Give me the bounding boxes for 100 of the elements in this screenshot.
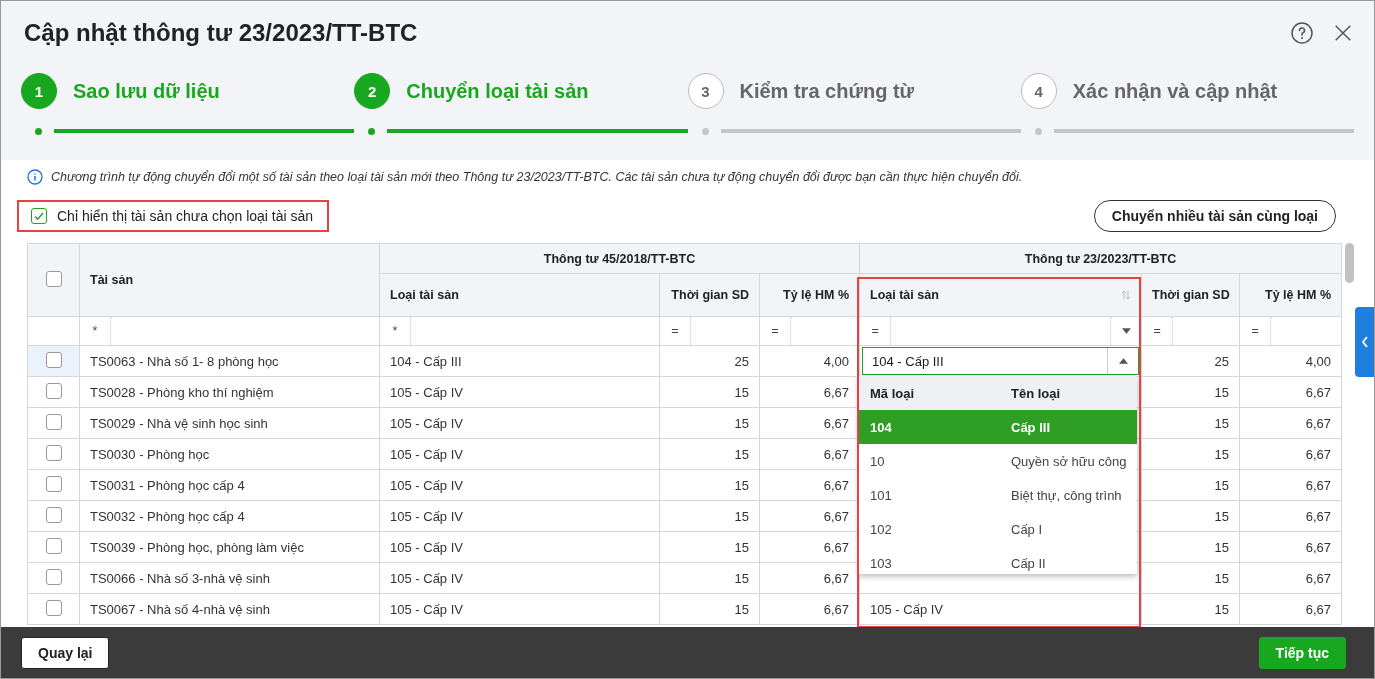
list-option[interactable]: 101 Biệt thự, công trình: [859, 478, 1137, 512]
table-cell: 15: [1141, 438, 1240, 470]
table-cell: TS0031 - Phòng học cấp 4: [79, 469, 380, 501]
table-cell: 6,67: [1239, 562, 1342, 594]
step-label: Chuyển loại tài sản: [406, 79, 589, 103]
side-panel-toggle[interactable]: [1355, 307, 1374, 377]
filter-field[interactable]: =: [660, 317, 759, 345]
row-checkbox[interactable]: [45, 537, 62, 554]
sort-icon[interactable]: [1121, 290, 1132, 300]
table-cell: 15: [659, 500, 760, 532]
table-cell: 105 - Cấp IV: [379, 407, 660, 439]
table-cell: 15: [1141, 500, 1240, 532]
column-header: Tỷ lệ HM %: [1239, 273, 1342, 317]
step-number: 1: [21, 73, 57, 109]
table-cell: 15: [659, 438, 760, 470]
type-combobox[interactable]: 104 - Cấp III: [862, 347, 1140, 375]
column-header: Thời gian SD: [659, 273, 760, 317]
table-cell: 15: [1141, 469, 1240, 501]
table-cell: 104 - Cấp III: [379, 345, 660, 377]
chevron-left-icon[interactable]: [1360, 336, 1369, 348]
filter-field[interactable]: *: [380, 317, 659, 345]
list-option[interactable]: 102 Cấp I: [859, 512, 1137, 546]
list-header: Tên loại: [1011, 385, 1061, 401]
checkbox[interactable]: [31, 208, 47, 224]
table-cell: 105 - Cấp IV: [379, 500, 660, 532]
info-icon: [27, 169, 43, 185]
window-title: Cập nhật thông tư 23/2023/TT-BTC: [24, 19, 419, 47]
filter-field[interactable]: =: [760, 317, 859, 345]
table-cell: TS0066 - Nhà số 3-nhà vệ sinh: [79, 562, 380, 594]
table-cell: 15: [1141, 531, 1240, 563]
table-cell: 15: [659, 469, 760, 501]
row-checkbox[interactable]: [45, 444, 62, 461]
step-label: Sao lưu dữ liệu: [73, 79, 220, 103]
row-checkbox[interactable]: [45, 475, 62, 492]
list-option[interactable]: 103 Cấp II: [859, 546, 1137, 574]
table-cell: TS0039 - Phòng học, phòng làm việc: [79, 531, 380, 563]
table-cell: 6,67: [1239, 407, 1342, 439]
table-cell: TS0063 - Nhà số 1- 8 phòng học: [79, 345, 380, 377]
table-cell: 6,67: [1239, 469, 1342, 501]
table-cell: TS0032 - Phòng học cấp 4: [79, 500, 380, 532]
step-number: 2: [354, 73, 391, 109]
table-cell: 15: [659, 407, 760, 439]
table-cell: 15: [659, 593, 760, 625]
table-cell: 105 - Cấp IV: [379, 438, 660, 470]
row-checkbox[interactable]: [45, 413, 62, 430]
step-number: 4: [1020, 73, 1057, 109]
table-cell: 105 - Cấp IV: [379, 469, 660, 501]
table-cell: TS0067 - Nhà số 4-nhà vệ sinh: [79, 593, 380, 625]
table-cell: 15: [1141, 562, 1240, 594]
list-header: Mã loại: [869, 385, 916, 401]
row-checkbox[interactable]: [45, 382, 62, 399]
table-cell: 15: [1141, 407, 1240, 439]
table-cell: TS0030 - Phòng học: [79, 438, 380, 470]
info-text: Chương trình tự động chuyển đổi một số tài sản theo loại tài sản mới theo Thông tư 23/2023/TT-BTC. Các tài sản chưa tự động chuyển đổi được bạn cần thực hiện chuyển đổi.: [51, 170, 1023, 184]
table-cell: 6,67: [759, 593, 860, 625]
filter-checkbox[interactable]: Chỉ hiển thị tài sản chưa chọn loại tài sản: [17, 200, 330, 232]
step-label: Kiểm tra chứng từ: [739, 79, 915, 103]
bulk-convert-button[interactable]: Chuyển nhiều tài sản cùng loại: [1093, 200, 1336, 232]
table-cell: 105 - Cấp IV: [379, 562, 660, 594]
table-cell: 105 - Cấp IV: [379, 376, 660, 408]
table-cell: 15: [659, 376, 760, 408]
table-cell: TS0028 - Phòng kho thí nghiệm: [79, 376, 380, 408]
table-cell: 25: [659, 345, 760, 377]
step-number: 3: [687, 73, 724, 109]
close-icon[interactable]: [1332, 22, 1354, 44]
column-header: Tỷ lệ HM %: [759, 273, 860, 317]
table-cell: 6,67: [1239, 531, 1342, 563]
table-cell: 6,67: [1239, 438, 1342, 470]
table-cell: TS0029 - Nhà vệ sinh học sinh: [79, 407, 380, 439]
filter-field[interactable]: =: [1240, 317, 1341, 345]
column-group-header: Thông tư 45/2018/TT-BTC: [379, 243, 860, 274]
table-cell: 105 - Cấp IV: [379, 593, 660, 625]
row-checkbox[interactable]: [45, 568, 62, 585]
row-checkbox[interactable]: [45, 506, 62, 523]
table-cell: 25: [1141, 345, 1240, 377]
select-all-checkbox[interactable]: [45, 270, 62, 287]
dropdown-icon[interactable]: [1118, 358, 1128, 364]
table-cell: 4,00: [759, 345, 860, 377]
row-checkbox[interactable]: [45, 599, 62, 616]
table-cell: 6,67: [1239, 593, 1342, 625]
column-header: Loại tài sản: [379, 273, 660, 317]
column-header: Tài sản: [79, 243, 380, 317]
table-cell: 105 - Cấp IV: [379, 531, 660, 563]
filter-field[interactable]: *: [80, 317, 379, 345]
table-cell: 15: [659, 562, 760, 594]
column-group-header: Thông tư 23/2023/TT-BTC: [859, 243, 1342, 274]
table-cell: 4,00: [1239, 345, 1342, 377]
back-button[interactable]: Quay lại: [21, 636, 110, 669]
table-cell: 6,67: [1239, 500, 1342, 532]
filter-field[interactable]: =: [1142, 317, 1239, 345]
table-cell: 15: [659, 531, 760, 563]
help-icon[interactable]: [1290, 21, 1314, 45]
table-cell: 105 - Cấp IV: [859, 593, 1142, 625]
scrollbar[interactable]: [1345, 243, 1354, 283]
dropdown-icon[interactable]: [1121, 328, 1131, 334]
table-cell: 15: [1141, 593, 1240, 625]
table-cell: 15: [1141, 376, 1240, 408]
list-option[interactable]: 10 Quyền sở hữu công: [859, 444, 1137, 478]
column-header: Thời gian SD: [1141, 273, 1240, 317]
row-checkbox[interactable]: [45, 351, 62, 368]
